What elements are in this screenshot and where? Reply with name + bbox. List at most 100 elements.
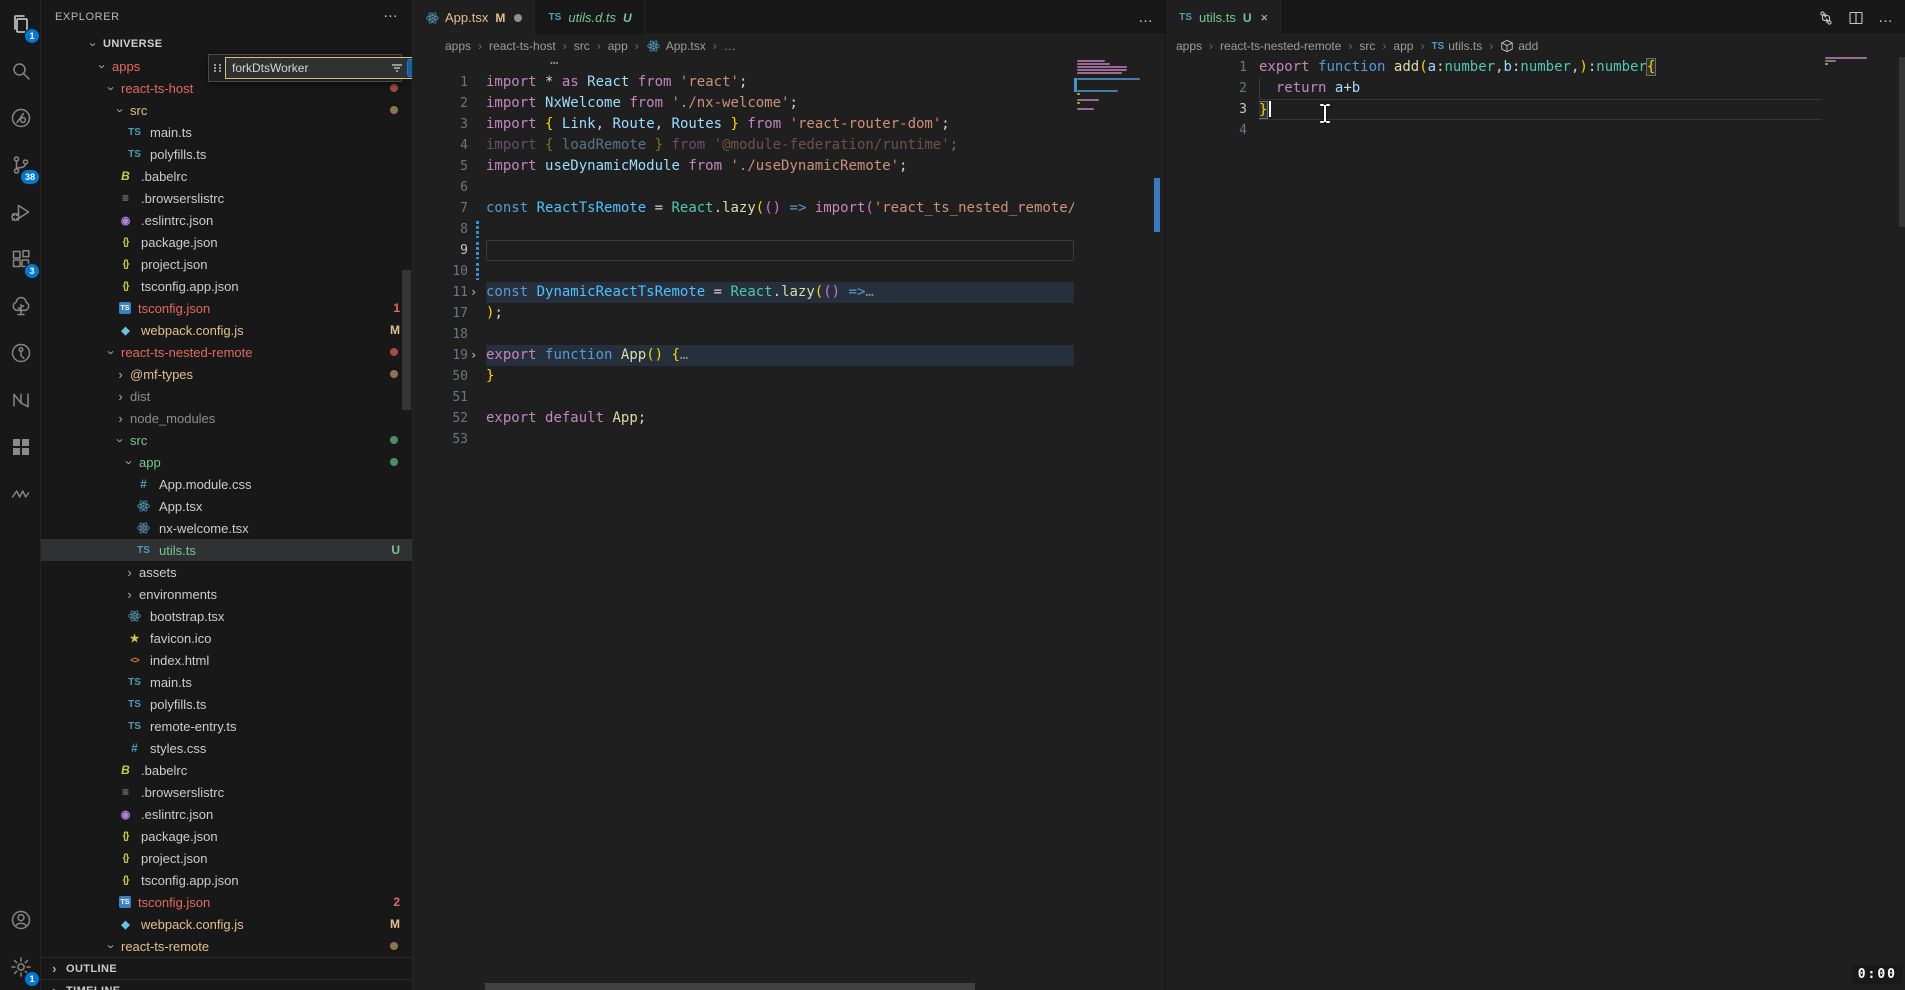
tab-utils-ts[interactable]: TSutils.tsU× <box>1166 0 1281 35</box>
tree-plugin-icon[interactable] <box>0 282 41 329</box>
settings-icon[interactable]: 1 <box>0 943 41 990</box>
wave-icon[interactable] <box>0 470 41 517</box>
tree-item--mf-types[interactable]: ›@mf-types <box>41 363 412 385</box>
find-widget-grip-icon[interactable] <box>214 64 221 72</box>
accounts-icon[interactable] <box>0 896 41 943</box>
code-token: App <box>621 347 646 363</box>
tab-utils-d-ts[interactable]: TSutils.d.tsU <box>535 0 644 35</box>
sidebar-scrollbar[interactable] <box>402 270 411 410</box>
filter-on-type-icon[interactable] <box>391 62 403 74</box>
lens-icon[interactable] <box>0 94 41 141</box>
run-debug-icon[interactable] <box>0 188 41 235</box>
tree-item-dist[interactable]: ›dist <box>41 385 412 407</box>
code-editor[interactable]: 1export function add(a:number,b:number,)… <box>1166 57 1905 990</box>
tab-git-status: U <box>623 11 632 25</box>
horizontal-scrollbar[interactable] <box>485 983 975 990</box>
tree-item--eslintrc-json[interactable]: ◉.eslintrc.json <box>41 209 412 231</box>
source-control-icon[interactable]: 38 <box>0 141 41 188</box>
breadcrumb-label: app <box>1393 39 1413 53</box>
breadcrumb-react-ts-nested-remote[interactable]: react-ts-nested-remote <box>1220 39 1341 53</box>
more-icon[interactable]: … <box>1878 9 1893 26</box>
breadcrumb-apps[interactable]: apps <box>1176 39 1202 53</box>
tab-app-tsx[interactable]: App.tsxM <box>413 0 535 35</box>
tree-item-utils-ts[interactable]: TSutils.tsU <box>41 539 412 561</box>
minimap[interactable] <box>1074 57 1150 990</box>
fold-chevron-icon[interactable]: › <box>470 282 477 303</box>
tree-item-app[interactable]: ›app <box>41 451 412 473</box>
line-number: 9 <box>413 240 468 261</box>
explorer-more-actions-icon[interactable]: … <box>383 4 398 21</box>
git-graph-icon[interactable] <box>0 329 41 376</box>
extensions-icon[interactable]: 3 <box>0 235 41 282</box>
tree-item--babelrc[interactable]: B.babelrc <box>41 759 412 781</box>
tree-item-project-json[interactable]: {}project.json <box>41 253 412 275</box>
tree-item-node-modules[interactable]: ›node_modules <box>41 407 412 429</box>
tree-item-react-ts-nested-remote[interactable]: ›react-ts-nested-remote <box>41 341 412 363</box>
sidebar-section-timeline[interactable]: ›TIMELINE <box>41 979 412 990</box>
split-editor-icon[interactable] <box>1848 10 1864 26</box>
grid-icon[interactable] <box>0 423 41 470</box>
tree-item-tsconfig-json[interactable]: TStsconfig.json2 <box>41 891 412 913</box>
tab-modified-dot-icon[interactable] <box>514 14 522 22</box>
tree-item-main-ts[interactable]: TSmain.ts <box>41 671 412 693</box>
search-icon[interactable] <box>0 47 41 94</box>
tree-item-tsconfig-app-json[interactable]: {}tsconfig.app.json <box>41 275 412 297</box>
breadcrumb-src[interactable]: src <box>574 39 590 53</box>
overview-ruler[interactable] <box>1150 57 1165 990</box>
tree-item--browserslistrc[interactable]: ≡.browserslistrc <box>41 781 412 803</box>
tree-item-assets[interactable]: ›assets <box>41 561 412 583</box>
tree-item-webpack-config-js[interactable]: ◆webpack.config.jsM <box>41 913 412 935</box>
breadcrumb--[interactable]: … <box>724 39 736 53</box>
tree-item-remote-entry-ts[interactable]: TSremote-entry.ts <box>41 715 412 737</box>
tree-item--eslintrc-json[interactable]: ◉.eslintrc.json <box>41 803 412 825</box>
breadcrumb-react-ts-host[interactable]: react-ts-host <box>489 39 556 53</box>
tree-item-nx-welcome-tsx[interactable]: nx-welcome.tsx <box>41 517 412 539</box>
tree-item-app-module-css[interactable]: #App.module.css <box>41 473 412 495</box>
tree-item-tsconfig-json[interactable]: TStsconfig.json1 <box>41 297 412 319</box>
tree-item-styles-css[interactable]: #styles.css <box>41 737 412 759</box>
tree-item-label: .browserslistrc <box>141 785 224 800</box>
breadcrumb-apps[interactable]: apps <box>445 39 471 53</box>
vertical-scrollbar[interactable] <box>1899 57 1905 227</box>
tree-item-package-json[interactable]: {}package.json <box>41 231 412 253</box>
breadcrumb-add[interactable]: add <box>1500 39 1538 53</box>
tree-item-favicon-ico[interactable]: ★favicon.ico <box>41 627 412 649</box>
tree-item--browserslistrc[interactable]: ≡.browserslistrc <box>41 187 412 209</box>
tree-item--babelrc[interactable]: B.babelrc <box>41 165 412 187</box>
open-changes-icon[interactable] <box>1818 10 1834 26</box>
sidebar-section-outline[interactable]: ›OUTLINE <box>41 957 412 979</box>
tree-item-src[interactable]: ›src <box>41 99 412 121</box>
breadcrumb-app[interactable]: app <box>1393 39 1413 53</box>
tree-item-bootstrap-tsx[interactable]: bootstrap.tsx <box>41 605 412 627</box>
more-icon[interactable]: … <box>1138 9 1153 26</box>
tree-item-src[interactable]: ›src <box>41 429 412 451</box>
tree-find-input[interactable] <box>232 61 387 75</box>
tree-item-app-tsx[interactable]: App.tsx <box>41 495 412 517</box>
explorer-icon[interactable]: 1 <box>0 0 41 47</box>
code-editor[interactable]: …1import * as React from 'react';2import… <box>413 57 1165 990</box>
tab-close-icon[interactable]: × <box>1261 10 1269 25</box>
tree-item-polyfills-ts[interactable]: TSpolyfills.ts <box>41 693 412 715</box>
tree-item-react-ts-remote[interactable]: ›react-ts-remote <box>41 935 412 957</box>
breadcrumb-app-tsx[interactable]: App.tsx <box>646 39 706 53</box>
nx-console-icon[interactable] <box>0 376 41 423</box>
tree-item-webpack-config-js[interactable]: ◆webpack.config.jsM <box>41 319 412 341</box>
tree-item-universe[interactable]: ›UNIVERSE <box>41 33 412 55</box>
tree-item-main-ts[interactable]: TSmain.ts <box>41 121 412 143</box>
tree-item-polyfills-ts[interactable]: TSpolyfills.ts <box>41 143 412 165</box>
minimap[interactable] <box>1822 57 1898 990</box>
tree-item-project-json[interactable]: {}project.json <box>41 847 412 869</box>
tree-item-package-json[interactable]: {}package.json <box>41 825 412 847</box>
minimap-line <box>1077 102 1080 104</box>
breadcrumb-src[interactable]: src <box>1359 39 1375 53</box>
tree-item-label: assets <box>139 565 177 580</box>
tree-item-tsconfig-app-json[interactable]: {}tsconfig.app.json <box>41 869 412 891</box>
breadcrumb-separator: › <box>1420 39 1424 53</box>
tree-item-label: src <box>130 433 147 448</box>
breadcrumb-app[interactable]: app <box>608 39 628 53</box>
breadcrumb-utils-ts[interactable]: TSutils.ts <box>1431 39 1482 53</box>
fold-chevron-icon[interactable]: › <box>470 345 477 366</box>
tree-item-index-html[interactable]: <>index.html <box>41 649 412 671</box>
tree-item-environments[interactable]: ›environments <box>41 583 412 605</box>
minimap-line <box>1077 90 1118 92</box>
